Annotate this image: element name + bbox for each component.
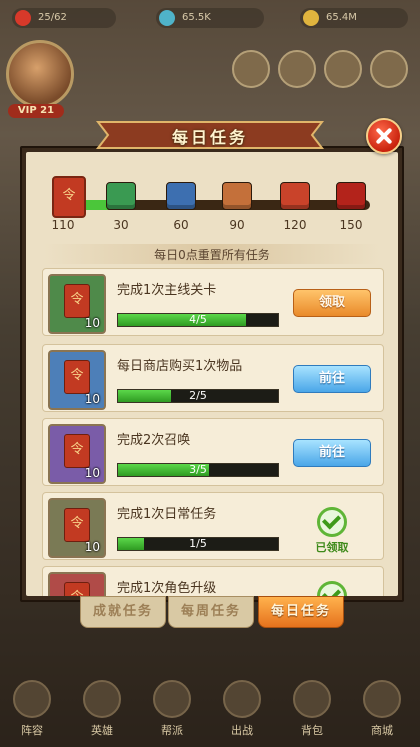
nav-icon bbox=[363, 680, 401, 718]
nav-label: 商城 bbox=[371, 724, 393, 737]
stamina-bar: 25/62 bbox=[12, 8, 116, 28]
task-title: 完成1次主线关卡 bbox=[117, 283, 217, 298]
task-row: 令 10 完成2次召唤 3/5 前往 bbox=[42, 418, 384, 486]
nav-icon bbox=[13, 680, 51, 718]
task-title: 每日商店购买1次物品 bbox=[117, 359, 243, 374]
reward-count: 10 bbox=[84, 540, 100, 554]
milestone-chest-60[interactable] bbox=[166, 182, 196, 216]
daily-task-dialog: 令 110 30 60 90 120 150 每日0点重置所有任务 令 10 完成1次主线关… bbox=[20, 146, 404, 602]
tab-0[interactable]: 成就任务 bbox=[80, 596, 166, 628]
check-icon bbox=[317, 581, 347, 596]
nav-label: 帮派 bbox=[161, 724, 183, 737]
chest-icon bbox=[166, 182, 196, 210]
milestone-chest-90[interactable] bbox=[222, 182, 252, 216]
task-reward-icon: 令10 bbox=[48, 350, 106, 410]
reset-note: 每日0点重置所有任务 bbox=[154, 248, 270, 262]
task-progress-text: 2/5 bbox=[189, 389, 207, 402]
coin-value: 65.4M bbox=[326, 12, 357, 23]
menu-button-2[interactable] bbox=[278, 50, 316, 88]
token-icon: 令 bbox=[64, 360, 90, 394]
nav-item-4[interactable]: 背包 bbox=[288, 680, 336, 740]
dialog-title: 每日任务 bbox=[171, 128, 248, 147]
claimed-label: 已领取 bbox=[315, 541, 349, 554]
nav-item-3[interactable]: 出战 bbox=[218, 680, 266, 740]
task-progress-bar: 2/5 bbox=[117, 389, 279, 403]
chest-icon bbox=[106, 182, 136, 210]
task-title: 完成1次日常任务 bbox=[117, 507, 217, 522]
chest-icon bbox=[222, 182, 252, 210]
nav-icon bbox=[223, 680, 261, 718]
go-button[interactable]: 前往 bbox=[293, 439, 371, 467]
reward-count: 10 bbox=[84, 316, 100, 330]
nav-item-2[interactable]: 帮派 bbox=[148, 680, 196, 740]
nav-label: 英雄 bbox=[91, 724, 113, 737]
milestone-value: 90 bbox=[229, 218, 245, 232]
reward-count: 10 bbox=[84, 466, 100, 480]
tab-2[interactable]: 每日任务 bbox=[258, 596, 344, 628]
milestone-chest-150[interactable] bbox=[336, 182, 366, 216]
points-token-icon: 令 bbox=[52, 176, 86, 218]
task-row: 令10 完成1次角色升级 bbox=[42, 566, 384, 596]
stamina-value: 25/62 bbox=[38, 12, 67, 23]
nav-icon bbox=[293, 680, 331, 718]
vip-badge: VIP 21 bbox=[8, 104, 64, 118]
nav-label: 背包 bbox=[301, 724, 323, 737]
task-progress-bar: 1/5 bbox=[117, 537, 279, 551]
claimed-status: 已领取 bbox=[307, 507, 357, 554]
dialog-panel: 令 110 30 60 90 120 150 每日0点重置所有任务 令 10 完成1次主线关… bbox=[26, 152, 398, 596]
title-ribbon: 每日任务 bbox=[88, 118, 332, 152]
menu-button-1[interactable] bbox=[232, 50, 270, 88]
chest-icon bbox=[336, 182, 366, 210]
token-icon: 令 bbox=[64, 434, 90, 468]
milestone-value: 150 bbox=[339, 218, 363, 232]
task-progress-text: 1/5 bbox=[189, 537, 207, 550]
task-row: 令 10 每日商店购买1次物品 2/5 前往 bbox=[42, 344, 384, 412]
task-reward-icon: 令10 bbox=[48, 572, 106, 596]
coin-bar: 65.4M bbox=[300, 8, 408, 28]
nav-item-5[interactable]: 商城 bbox=[358, 680, 406, 740]
tab-1[interactable]: 每周任务 bbox=[168, 596, 254, 628]
claim-button[interactable]: 领取 bbox=[293, 289, 371, 317]
player-avatar[interactable] bbox=[6, 40, 74, 108]
task-progress-bar: 4/5 bbox=[117, 313, 279, 327]
close-button[interactable] bbox=[366, 118, 402, 154]
chest-icon bbox=[280, 182, 310, 210]
task-title: 完成2次召唤 bbox=[117, 433, 191, 448]
task-progress-text: 4/5 bbox=[189, 313, 207, 326]
reward-count: 10 bbox=[84, 392, 100, 406]
gold-value: 65.5K bbox=[182, 12, 211, 23]
task-reward-icon: 令10 bbox=[48, 424, 106, 484]
token-icon: 令 bbox=[64, 284, 90, 318]
menu-button-4[interactable] bbox=[370, 50, 408, 88]
milestone-chest-30[interactable] bbox=[106, 182, 136, 216]
token-icon: 令 bbox=[64, 508, 90, 542]
task-progress-bar: 3/5 bbox=[117, 463, 279, 477]
stamina-icon bbox=[15, 10, 31, 26]
current-points: 110 bbox=[51, 218, 75, 232]
token-icon: 令 bbox=[64, 582, 90, 596]
task-progress-text: 3/5 bbox=[189, 463, 207, 476]
nav-icon bbox=[83, 680, 121, 718]
gold-bar: 65.5K bbox=[156, 8, 264, 28]
check-icon bbox=[317, 507, 347, 537]
task-title: 完成1次角色升级 bbox=[117, 581, 217, 596]
task-row: 令 10 完成1次日常任务 1/5 已领取 bbox=[42, 492, 384, 560]
milestone-value: 120 bbox=[283, 218, 307, 232]
nav-item-0[interactable]: 阵容 bbox=[8, 680, 56, 740]
milestone-chest-120[interactable] bbox=[280, 182, 310, 216]
gem-icon bbox=[159, 10, 175, 26]
coin-icon bbox=[303, 10, 319, 26]
milestone-value: 60 bbox=[173, 218, 189, 232]
nav-label: 出战 bbox=[231, 724, 253, 737]
nav-item-1[interactable]: 英雄 bbox=[78, 680, 126, 740]
nav-label: 阵容 bbox=[21, 724, 43, 737]
go-button[interactable]: 前往 bbox=[293, 365, 371, 393]
task-reward-icon: 令10 bbox=[48, 498, 106, 558]
nav-icon bbox=[153, 680, 191, 718]
claimed-status bbox=[307, 581, 357, 596]
menu-button-3[interactable] bbox=[324, 50, 362, 88]
task-row: 令 10 完成1次主线关卡 4/5 领取 bbox=[42, 268, 384, 336]
milestone-value: 30 bbox=[113, 218, 129, 232]
task-reward-icon: 令10 bbox=[48, 274, 106, 334]
